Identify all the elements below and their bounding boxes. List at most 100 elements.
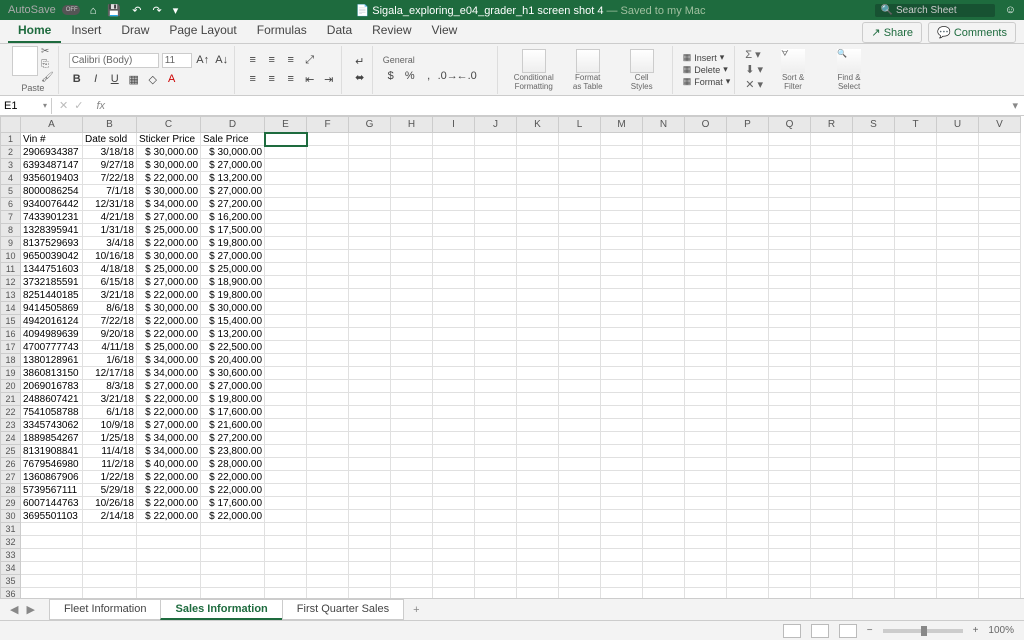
cell[interactable]: [517, 497, 559, 510]
cell[interactable]: [811, 562, 853, 575]
cell[interactable]: 6/1/18: [83, 406, 137, 419]
cell[interactable]: [643, 588, 685, 599]
cell[interactable]: 5739567111: [21, 484, 83, 497]
cell[interactable]: [517, 432, 559, 445]
cell[interactable]: [727, 536, 769, 549]
row-header[interactable]: 29: [1, 497, 21, 510]
cell[interactable]: [685, 497, 727, 510]
cell[interactable]: [727, 276, 769, 289]
cell[interactable]: [811, 133, 853, 146]
cell[interactable]: [391, 237, 433, 250]
cell[interactable]: [391, 328, 433, 341]
cell[interactable]: [307, 510, 349, 523]
cell[interactable]: [391, 133, 433, 146]
col-header[interactable]: J: [475, 117, 517, 133]
col-header[interactable]: N: [643, 117, 685, 133]
cut-icon[interactable]: ✂: [41, 46, 54, 57]
cell[interactable]: [643, 562, 685, 575]
cell[interactable]: [685, 185, 727, 198]
cell[interactable]: [137, 549, 201, 562]
row-header[interactable]: 27: [1, 471, 21, 484]
cell[interactable]: [307, 562, 349, 575]
cell[interactable]: [979, 263, 1021, 276]
cell[interactable]: [979, 536, 1021, 549]
cell[interactable]: [265, 250, 307, 263]
cell[interactable]: [853, 510, 895, 523]
cell[interactable]: [937, 172, 979, 185]
cell[interactable]: [937, 458, 979, 471]
cell[interactable]: 9356019403: [21, 172, 83, 185]
cell[interactable]: $ 22,000.00: [137, 315, 201, 328]
cell[interactable]: $ 16,200.00: [201, 211, 265, 224]
cell[interactable]: [475, 367, 517, 380]
cell[interactable]: [265, 237, 307, 250]
cell[interactable]: [517, 484, 559, 497]
save-icon[interactable]: 💾: [107, 5, 121, 17]
zoom-slider[interactable]: [883, 629, 963, 633]
sort-filter-button[interactable]: ᗊSort & Filter: [767, 49, 819, 91]
cell[interactable]: [811, 458, 853, 471]
cell[interactable]: [559, 198, 601, 211]
align-top-icon[interactable]: ≡: [245, 52, 261, 68]
cell[interactable]: [83, 523, 137, 536]
cell[interactable]: [853, 588, 895, 599]
cell[interactable]: [433, 432, 475, 445]
zoom-out-icon[interactable]: −: [867, 625, 873, 636]
col-header[interactable]: P: [727, 117, 769, 133]
cell[interactable]: [433, 471, 475, 484]
cell[interactable]: [559, 172, 601, 185]
cell[interactable]: $ 30,000.00: [137, 159, 201, 172]
cell[interactable]: [475, 406, 517, 419]
cell[interactable]: [895, 406, 937, 419]
cell[interactable]: [559, 471, 601, 484]
share-button[interactable]: ↗ Share: [862, 22, 922, 43]
cell[interactable]: [853, 393, 895, 406]
cell[interactable]: [265, 523, 307, 536]
cell[interactable]: [727, 133, 769, 146]
cell[interactable]: [895, 198, 937, 211]
cell[interactable]: [685, 380, 727, 393]
cell[interactable]: [349, 302, 391, 315]
cell[interactable]: [433, 198, 475, 211]
home-icon[interactable]: ⌂: [90, 5, 97, 17]
cell[interactable]: 7433901231: [21, 211, 83, 224]
merge-icon[interactable]: ⬌: [352, 70, 368, 86]
cell[interactable]: [685, 315, 727, 328]
row-header[interactable]: 8: [1, 224, 21, 237]
cell[interactable]: [559, 419, 601, 432]
cell[interactable]: [307, 133, 349, 146]
col-header[interactable]: U: [937, 117, 979, 133]
cell[interactable]: [391, 497, 433, 510]
cell[interactable]: [685, 419, 727, 432]
cell[interactable]: [517, 445, 559, 458]
page-break-view-icon[interactable]: [839, 624, 857, 638]
cell[interactable]: [601, 341, 643, 354]
cell[interactable]: [685, 289, 727, 302]
cell[interactable]: [853, 315, 895, 328]
cell[interactable]: [517, 536, 559, 549]
cell[interactable]: $ 40,000.00: [137, 458, 201, 471]
cell[interactable]: [643, 185, 685, 198]
cell[interactable]: [265, 380, 307, 393]
cell[interactable]: [895, 445, 937, 458]
cell[interactable]: [475, 380, 517, 393]
cell[interactable]: [433, 224, 475, 237]
cell[interactable]: $ 17,600.00: [201, 406, 265, 419]
cell[interactable]: [979, 367, 1021, 380]
cancel-formula-icon[interactable]: ✕: [59, 100, 68, 112]
font-name-select[interactable]: Calibri (Body): [69, 53, 159, 68]
cell[interactable]: [475, 536, 517, 549]
cell[interactable]: [685, 588, 727, 599]
cell[interactable]: [727, 393, 769, 406]
cell[interactable]: [307, 523, 349, 536]
col-header[interactable]: C: [137, 117, 201, 133]
cell[interactable]: [685, 536, 727, 549]
cell[interactable]: [727, 497, 769, 510]
cell[interactable]: 6393487147: [21, 159, 83, 172]
cell[interactable]: [517, 211, 559, 224]
cell[interactable]: [349, 432, 391, 445]
cell[interactable]: [559, 549, 601, 562]
cell[interactable]: [853, 354, 895, 367]
comments-button[interactable]: 💬 Comments: [928, 22, 1016, 43]
cell[interactable]: [769, 458, 811, 471]
